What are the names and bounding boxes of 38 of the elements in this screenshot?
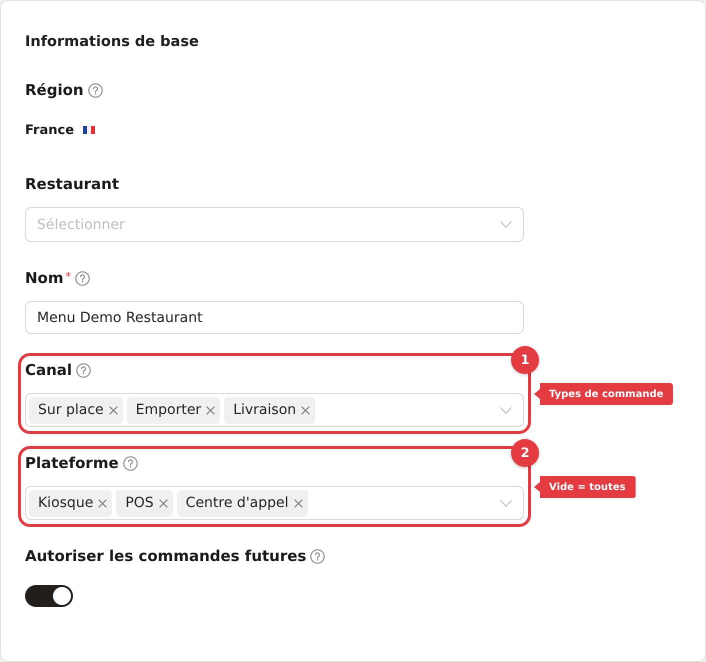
close-icon[interactable] — [108, 406, 118, 414]
close-icon[interactable] — [206, 406, 216, 414]
field-label: Autoriser les commandes futures — [25, 546, 306, 566]
help-icon[interactable] — [76, 362, 92, 378]
number-badge: 2 — [511, 439, 539, 467]
tag-label: Centre d'appel — [186, 495, 289, 511]
tag-label: Kiosque — [38, 495, 94, 511]
close-icon[interactable] — [294, 498, 303, 508]
field-label: Nom — [25, 268, 64, 288]
field-label: Restaurant — [25, 174, 119, 194]
text-input[interactable]: Menu Demo Restaurant — [25, 301, 524, 334]
multi-select-field[interactable]: Sur place Emporter Livraison — [25, 393, 524, 427]
tag-label: POS — [125, 495, 154, 511]
help-icon[interactable] — [75, 270, 90, 286]
field-label: Région — [25, 80, 84, 100]
toggle-switch[interactable] — [25, 585, 73, 607]
chevron-down-icon[interactable] — [500, 500, 512, 506]
annotation-callout: Vide = toutes — [534, 476, 636, 498]
close-icon[interactable] — [158, 498, 168, 508]
flag-icon — [83, 126, 96, 134]
number-badge: 1 — [511, 346, 539, 374]
region-value: France — [25, 122, 74, 138]
close-icon[interactable] — [301, 406, 310, 414]
tag-label: Livraison — [233, 402, 296, 418]
tag-label: Emporter — [136, 402, 202, 418]
section-title: Informations de base — [25, 33, 199, 52]
help-icon[interactable] — [310, 548, 326, 564]
multi-select-field[interactable]: Kiosque POS Centre d'appel — [25, 486, 524, 520]
field-label: Canal — [25, 360, 72, 380]
field-label: Plateforme — [25, 453, 119, 473]
required-mark: * — [66, 271, 71, 282]
annotation-callout: Types de commande — [534, 383, 674, 405]
help-icon[interactable] — [88, 82, 103, 98]
chevron-down-icon[interactable] — [500, 406, 512, 414]
close-icon[interactable] — [98, 498, 108, 508]
tag-label: Sur place — [38, 402, 104, 418]
help-icon[interactable] — [122, 456, 138, 470]
chevron-down-icon[interactable] — [500, 221, 512, 228]
